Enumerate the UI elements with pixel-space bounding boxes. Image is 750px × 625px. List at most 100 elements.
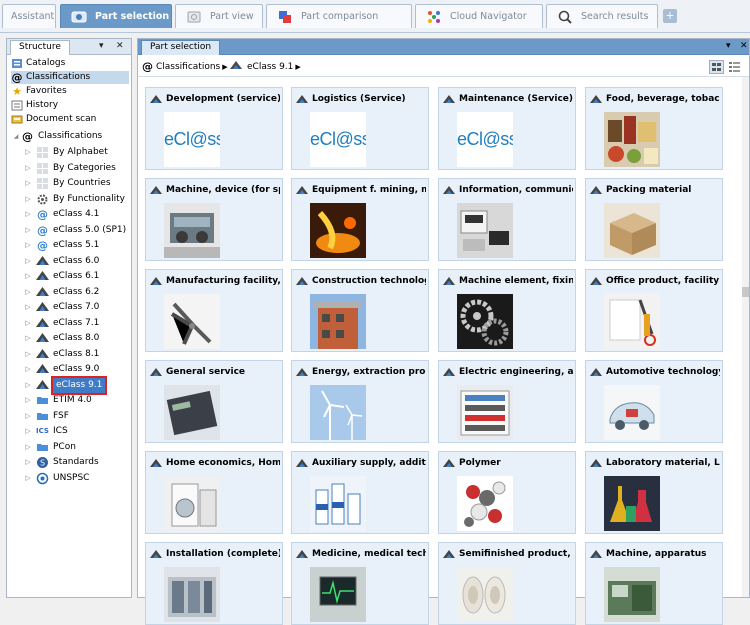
- expand-arrow-icon[interactable]: ▷: [23, 285, 33, 300]
- category-card[interactable]: Energy, extraction product: [291, 360, 429, 443]
- tree-item-by-alphabet[interactable]: ▷ By Alphabet: [23, 145, 108, 160]
- list-view-button[interactable]: [728, 60, 743, 74]
- category-card[interactable]: Automotive technology: [585, 360, 723, 443]
- card-title: Automotive technology: [590, 366, 720, 378]
- collapse-arrow-icon[interactable]: ◢: [11, 129, 21, 144]
- tree-root-classifications[interactable]: ◢ @ Classifications: [11, 129, 103, 144]
- tree-item-eclass-6-2[interactable]: ▷ eClass 6.2: [23, 285, 99, 300]
- molten-metal-photo: [310, 203, 366, 258]
- tree-item-by-categories[interactable]: ▷ By Categories: [23, 161, 116, 176]
- tree-item-pcon[interactable]: ▷ PCon: [23, 440, 76, 455]
- expand-arrow-icon[interactable]: ▷: [23, 347, 33, 362]
- breadcrumb-item-classifications[interactable]: @ Classifications ▶: [142, 60, 228, 73]
- expand-arrow-icon[interactable]: ▷: [23, 471, 33, 486]
- tree-item-fsf[interactable]: ▷ FSF: [23, 409, 69, 424]
- tree-item-eclass-9-1[interactable]: ▷ eClass 9.1: [23, 375, 108, 395]
- tree-item-etim-4-0[interactable]: ▷ ETIM 4.0: [23, 393, 91, 408]
- breadcrumb-item-eclass-91[interactable]: eClass 9.1 ▶: [230, 60, 301, 73]
- tree-item-by-functionality[interactable]: ▷ By Functionality: [23, 192, 125, 207]
- category-card[interactable]: Development (service) eCl@ss: [145, 87, 283, 170]
- expand-arrow-icon[interactable]: ▷: [23, 207, 33, 222]
- close-icon[interactable]: ✕: [116, 40, 124, 53]
- tree-item-eclass-5-1[interactable]: ▷ @ eClass 5.1: [23, 238, 99, 253]
- expand-arrow-icon[interactable]: ▷: [23, 238, 33, 253]
- category-card[interactable]: Equipment f. mining, metal: [291, 178, 429, 261]
- nav-item-history[interactable]: History: [11, 99, 129, 112]
- tree-item-eclass-9-0[interactable]: ▷ eClass 9.0: [23, 362, 99, 377]
- expand-arrow-icon[interactable]: ▷: [23, 378, 33, 393]
- tab-part-view[interactable]: Part view: [175, 4, 263, 28]
- category-card[interactable]: Machine, device (for special: [145, 178, 283, 261]
- tab-cloud-navigator[interactable]: Cloud Navigator: [415, 4, 543, 28]
- tree-item-eclass-6-1[interactable]: ▷ eClass 6.1: [23, 269, 99, 284]
- expand-arrow-icon[interactable]: ▷: [23, 362, 33, 377]
- tab-part-comparison[interactable]: Part comparison: [266, 4, 412, 28]
- category-card[interactable]: Polymer: [438, 451, 576, 534]
- tree-item-standards[interactable]: ▷ S Standards: [23, 455, 99, 470]
- category-card[interactable]: Construction technology: [291, 269, 429, 352]
- nav-item-catalogs[interactable]: Catalogs: [11, 57, 129, 70]
- card-title-label: Construction technology: [312, 276, 426, 286]
- category-card[interactable]: Medicine, medical technol: [291, 542, 429, 625]
- expand-arrow-icon[interactable]: ▷: [23, 223, 33, 238]
- panel-menu-icon[interactable]: ▾: [99, 40, 104, 53]
- tab-part-selection[interactable]: Part selection: [60, 4, 172, 28]
- category-card[interactable]: Machine element, fixing, m: [438, 269, 576, 352]
- expand-arrow-icon[interactable]: ▷: [23, 424, 33, 439]
- tab-search-results[interactable]: Search results: [546, 4, 658, 28]
- expand-arrow-icon[interactable]: ▷: [23, 145, 33, 160]
- tree-item-eclass-4-1[interactable]: ▷ @ eClass 4.1: [23, 207, 99, 222]
- category-card[interactable]: Information, communication: [438, 178, 576, 261]
- tree-item-eclass-7-0[interactable]: ▷ eClass 7.0: [23, 300, 99, 315]
- tab-assistant[interactable]: Assistant: [2, 4, 56, 28]
- tree-item-unspsc[interactable]: ▷ UNSPSC: [23, 471, 89, 486]
- vertical-scrollbar[interactable]: [742, 77, 749, 597]
- category-card[interactable]: Logistics (Service) eCl@ss: [291, 87, 429, 170]
- breadcrumb-label: Classifications: [156, 61, 221, 72]
- nav-item-classifications[interactable]: @ Classifications: [11, 71, 129, 84]
- tree-item-eclass-6-0[interactable]: ▷ eClass 6.0: [23, 254, 99, 269]
- expand-arrow-icon[interactable]: ▷: [23, 192, 33, 207]
- category-card[interactable]: Maintenance (Service) eCl@ss: [438, 87, 576, 170]
- tree-item-eclass-7-1[interactable]: ▷ eClass 7.1: [23, 316, 99, 331]
- panel-menu-icon[interactable]: ▾: [726, 40, 731, 53]
- tree-item-eclass-8-1[interactable]: ▷ eClass 8.1: [23, 347, 99, 362]
- card-title-label: Development (service): [166, 94, 280, 104]
- category-card[interactable]: General service: [145, 360, 283, 443]
- nav-item-favorites[interactable]: ★ Favorites: [11, 85, 129, 98]
- tile-view-button[interactable]: [709, 60, 724, 74]
- category-card[interactable]: Home economics, Home te: [145, 451, 283, 534]
- nav-item-document-scan[interactable]: Document scan: [11, 113, 129, 126]
- expand-arrow-icon[interactable]: ▷: [23, 440, 33, 455]
- category-card[interactable]: Packing material: [585, 178, 723, 261]
- expand-arrow-icon[interactable]: ▷: [23, 409, 33, 424]
- expand-arrow-icon[interactable]: ▷: [23, 316, 33, 331]
- category-card[interactable]: Installation (complete): [145, 542, 283, 625]
- expand-arrow-icon[interactable]: ▷: [23, 331, 33, 346]
- add-tab-button[interactable]: +: [663, 9, 677, 23]
- category-card[interactable]: Laboratory material, Labora: [585, 451, 723, 534]
- category-card[interactable]: Electric engineering, auton: [438, 360, 576, 443]
- category-card[interactable]: Auxiliary supply, additive, c: [291, 451, 429, 534]
- expand-arrow-icon[interactable]: ▷: [23, 269, 33, 284]
- category-card[interactable]: Food, beverage, tobacco: [585, 87, 723, 170]
- close-icon[interactable]: ✕: [740, 40, 748, 53]
- scrollbar-thumb[interactable]: [742, 287, 749, 297]
- tree-item-by-countries[interactable]: ▷ By Countries: [23, 176, 111, 191]
- expand-arrow-icon[interactable]: ▷: [23, 161, 33, 176]
- category-card[interactable]: Semifinished product, mat: [438, 542, 576, 625]
- nav-item-label: Classifications: [26, 72, 91, 82]
- expand-arrow-icon[interactable]: ▷: [23, 176, 33, 191]
- category-card[interactable]: Office product, facility and: [585, 269, 723, 352]
- card-title-label: Machine, device (for special: [166, 185, 280, 195]
- expand-arrow-icon[interactable]: ▷: [23, 455, 33, 470]
- tree-item-eclass-5-0-sp1-[interactable]: ▷ @ eClass 5.0 (SP1): [23, 223, 126, 238]
- category-card[interactable]: Manufacturing facility, wor: [145, 269, 283, 352]
- expand-arrow-icon[interactable]: ▷: [23, 393, 33, 408]
- tree-item-eclass-8-0[interactable]: ▷ eClass 8.0: [23, 331, 99, 346]
- card-title: Information, communication: [443, 184, 573, 196]
- expand-arrow-icon[interactable]: ▷: [23, 300, 33, 315]
- tree-item-ics[interactable]: ▷ ICS ICS: [23, 424, 67, 439]
- category-card[interactable]: Machine, apparatus: [585, 542, 723, 625]
- expand-arrow-icon[interactable]: ▷: [23, 254, 33, 269]
